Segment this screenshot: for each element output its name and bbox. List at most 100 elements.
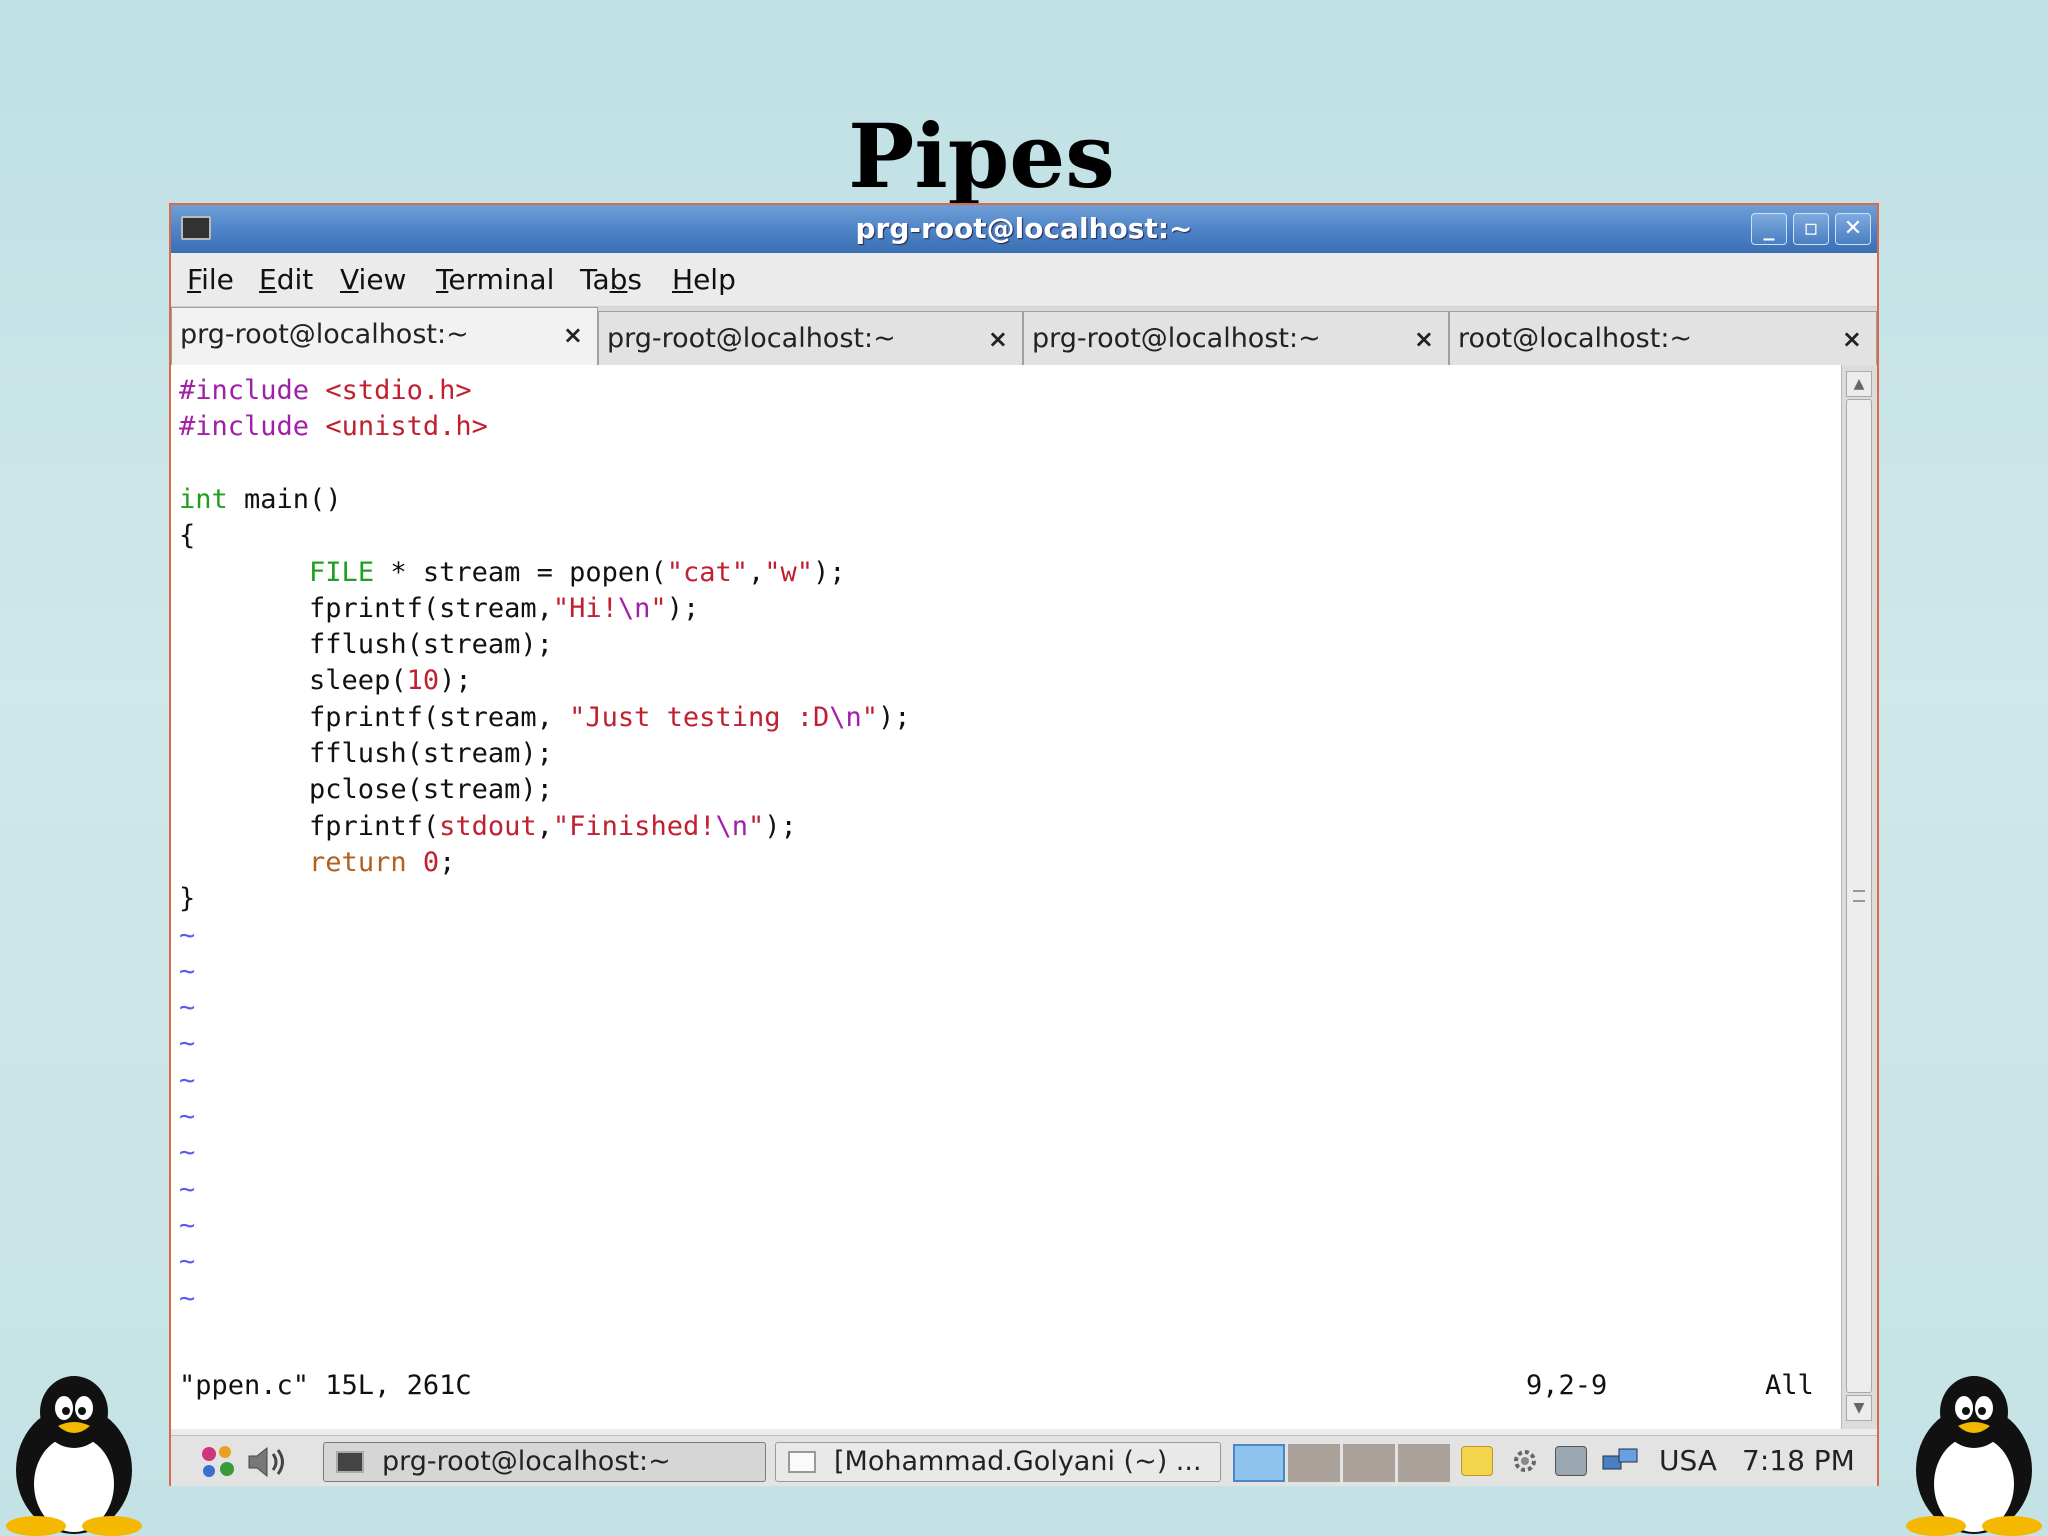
vim-cursor-position: 9,2-9: [1526, 1370, 1608, 1401]
code-token: "w": [764, 556, 814, 588]
menu-edit-label: dit: [276, 263, 314, 296]
code-token: fprintf(: [179, 810, 440, 842]
code-token: ": [650, 592, 667, 624]
slide-title: Pipes: [848, 104, 1115, 208]
code-line: sleep(10);: [179, 663, 472, 699]
code-line: #include <unistd.h>: [179, 409, 488, 445]
code-line: FILE * stream = popen("cat","w");: [179, 555, 846, 591]
code-token: fprintf(stream,: [179, 701, 570, 733]
menu-tabs[interactable]: Tabs: [580, 253, 642, 307]
vim-empty-line-tilde: ~: [179, 1101, 196, 1132]
tab-label: prg-root@localhost:~: [180, 319, 469, 350]
code-token: }: [179, 883, 196, 915]
menu-help-label: elp: [693, 263, 736, 296]
tab-close-icon[interactable]: ×: [563, 308, 583, 362]
code-token: ": [747, 810, 765, 842]
bottom-panel-taskbar: prg-root@localhost:~ [Mohammad.Golyani (…: [171, 1435, 1877, 1486]
menu-terminal-label: erminal: [448, 263, 555, 296]
vim-editor-area[interactable]: "ppen.c" 15L, 261C 9,2-9 All #include <s…: [171, 365, 1841, 1429]
code-line: return 0;: [179, 845, 455, 881]
minimize-button[interactable]: _: [1751, 213, 1787, 245]
terminal-window: prg-root@localhost:~ _ ▫ ✕ File Edit Vie…: [169, 203, 1879, 1486]
tab-close-icon[interactable]: ×: [988, 312, 1008, 366]
code-token: int: [179, 483, 228, 515]
window-title: prg-root@localhost:~: [855, 212, 1193, 245]
menu-terminal[interactable]: Terminal: [436, 253, 554, 307]
tab-label: prg-root@localhost:~: [1032, 323, 1321, 354]
keyboard-layout-indicator[interactable]: USA: [1659, 1436, 1717, 1486]
workspace-4[interactable]: [1398, 1444, 1450, 1482]
code-token: {: [179, 520, 196, 552]
code-token: );: [878, 701, 911, 733]
code-line: fprintf(stream, "Just testing :D\n");: [179, 700, 911, 736]
update-notifier-icon[interactable]: [1555, 1446, 1587, 1476]
code-token: fflush(stream);: [179, 738, 553, 769]
code-token: ,: [747, 556, 765, 588]
vim-empty-line-tilde: ~: [179, 1028, 196, 1060]
code-token: FILE: [309, 556, 375, 588]
taskbar-task-editor[interactable]: [Mohammad.Golyani (~) ...: [775, 1442, 1221, 1482]
menu-help[interactable]: Help: [672, 253, 736, 307]
code-token: \n: [715, 810, 748, 842]
maximize-button[interactable]: ▫: [1793, 213, 1829, 245]
scroll-down-arrow-icon[interactable]: ▼: [1846, 1395, 1872, 1421]
volume-icon[interactable]: [245, 1442, 291, 1482]
code-token: stdout: [439, 810, 537, 842]
menu-view[interactable]: View: [340, 253, 406, 307]
code-token: return: [309, 846, 407, 878]
task-label: prg-root@localhost:~: [382, 1446, 671, 1477]
clock[interactable]: 7:18 PM: [1742, 1436, 1855, 1486]
vertical-scrollbar[interactable]: ▲ ▼: [1841, 365, 1877, 1429]
task-label: [Mohammad.Golyani (~) ...: [834, 1446, 1202, 1477]
code-token: <stdio.h>: [325, 375, 472, 406]
terminal-icon: [336, 1451, 364, 1473]
menu-file[interactable]: File: [187, 253, 234, 307]
code-token: pclose(stream);: [179, 774, 553, 806]
menu-terminal-mnemonic: T: [436, 263, 449, 296]
code-token: #include: [179, 375, 326, 406]
tab-close-icon[interactable]: ×: [1414, 312, 1434, 366]
code-line: {: [179, 518, 195, 554]
workspace-2[interactable]: [1288, 1444, 1340, 1482]
vim-empty-line-tilde: ~: [179, 919, 196, 951]
menu-view-label: iew: [358, 263, 407, 296]
menu-tabs-label: s: [627, 263, 643, 296]
close-window-button[interactable]: ✕: [1835, 213, 1871, 245]
vim-empty-line-tilde: ~: [179, 1246, 196, 1278]
settings-gear-icon[interactable]: [1509, 1446, 1541, 1476]
terminal-tab-bar: prg-root@localhost:~ × prg-root@localhos…: [171, 307, 1877, 366]
window-titlebar[interactable]: prg-root@localhost:~ _ ▫ ✕: [171, 205, 1877, 253]
code-token: );: [813, 556, 846, 588]
tab-terminal-2[interactable]: prg-root@localhost:~ ×: [598, 311, 1023, 365]
code-token: );: [764, 810, 797, 842]
code-line: fflush(stream);: [179, 627, 553, 663]
tab-terminal-1[interactable]: prg-root@localhost:~ ×: [171, 307, 598, 366]
vim-empty-line-tilde: ~: [179, 1209, 196, 1241]
menu-edit[interactable]: Edit: [259, 253, 313, 307]
tab-close-icon[interactable]: ×: [1842, 312, 1862, 366]
menu-file-label: ile: [201, 263, 234, 296]
vim-empty-line-tilde: ~: [179, 1064, 196, 1096]
folder-icon[interactable]: [1461, 1446, 1493, 1476]
code-token: "Hi!: [552, 592, 618, 624]
tab-terminal-3[interactable]: prg-root@localhost:~ ×: [1023, 311, 1449, 365]
code-token: <unistd.h>: [325, 411, 488, 443]
menu-tabs-mnemonic: b: [609, 263, 628, 296]
scroll-grip-icon: [1853, 890, 1865, 902]
scroll-thumb[interactable]: [1846, 399, 1872, 1393]
code-line: fprintf(stdout,"Finished!\n");: [179, 809, 797, 845]
network-icon[interactable]: [1601, 1446, 1641, 1476]
menu-tabs-prefix: Ta: [580, 263, 610, 296]
tab-label: root@localhost:~: [1458, 323, 1693, 354]
vim-empty-line-tilde: ~: [179, 1173, 196, 1205]
tab-terminal-4[interactable]: root@localhost:~ ×: [1449, 311, 1877, 365]
workspace-1[interactable]: [1233, 1444, 1285, 1482]
code-token: main(): [227, 483, 342, 515]
code-token: * stream = popen(: [374, 556, 667, 588]
menu-view-mnemonic: V: [340, 263, 359, 296]
scroll-up-arrow-icon[interactable]: ▲: [1846, 371, 1872, 397]
app-menu-icon[interactable]: [197, 1442, 239, 1482]
taskbar-task-terminal[interactable]: prg-root@localhost:~: [323, 1442, 766, 1482]
workspace-3[interactable]: [1343, 1444, 1395, 1482]
